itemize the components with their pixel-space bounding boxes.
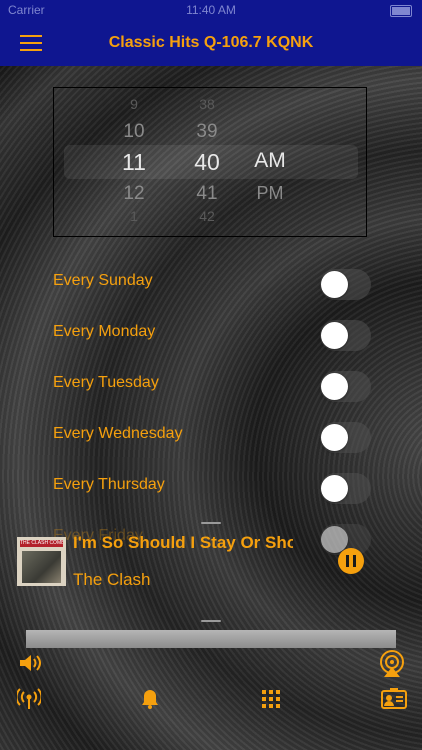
day-label: Every Wednesday (53, 425, 183, 442)
album-art: THE CLASH COMBAT ROCK (17, 537, 66, 586)
page-title: Classic Hits Q-106.7 KQNK (108, 34, 314, 51)
sunday-toggle[interactable] (320, 269, 371, 300)
monday-toggle[interactable] (320, 320, 371, 351)
hour-selected[interactable]: 11 (104, 149, 164, 176)
airplay-icon[interactable] (378, 650, 406, 678)
day-label: Every Thursday (53, 476, 165, 493)
nav-bar: Classic Hits Q-106.7 KQNK (0, 22, 422, 66)
wednesday-toggle[interactable] (320, 422, 371, 453)
minute-option[interactable]: 39 (177, 121, 237, 143)
day-row-tuesday: Every Tuesday (0, 361, 422, 412)
hour-option[interactable]: 12 (104, 183, 164, 205)
minute-option[interactable]: 38 (177, 96, 237, 112)
tuesday-toggle[interactable] (320, 371, 371, 402)
grid-keypad-icon[interactable] (262, 690, 280, 708)
day-label: Every Sunday (53, 272, 153, 289)
minute-option[interactable]: 42 (177, 208, 237, 224)
radio-broadcast-icon[interactable] (15, 688, 43, 710)
toggle-knob (321, 373, 348, 400)
time-picker[interactable]: 9 10 11 12 1 38 39 40 41 42 AM PM (53, 87, 367, 237)
volume-drag-handle[interactable] (201, 620, 221, 622)
day-row-thursday: Every Thursday (0, 463, 422, 514)
day-row-wednesday: Every Wednesday (0, 412, 422, 463)
pause-button[interactable] (338, 548, 364, 574)
day-label: Every Monday (53, 323, 156, 340)
hour-option[interactable]: 10 (104, 121, 164, 143)
status-bar: Carrier 11:40 AM (0, 0, 422, 22)
period-option[interactable]: PM (240, 183, 300, 204)
album-art-title: THE CLASH COMBAT ROCK (20, 540, 63, 546)
status-time: 11:40 AM (186, 3, 236, 17)
battery-icon (390, 5, 412, 17)
volume-slider[interactable] (26, 630, 396, 648)
toggle-knob (321, 322, 348, 349)
day-label: Every Tuesday (53, 374, 159, 391)
minute-selected[interactable]: 40 (177, 149, 237, 176)
thursday-toggle[interactable] (320, 473, 371, 504)
toggle-knob (321, 475, 348, 502)
hour-option[interactable]: 1 (104, 208, 164, 224)
toggle-knob (321, 424, 348, 451)
contact-card-icon[interactable] (381, 688, 407, 710)
minute-option[interactable]: 41 (177, 183, 237, 205)
alarm-bell-icon[interactable] (140, 688, 160, 710)
day-row-sunday: Every Sunday (0, 259, 422, 310)
day-row-monday: Every Monday (0, 310, 422, 361)
album-art-banner: THE CLASH COMBAT ROCK (20, 540, 63, 547)
volume-icon[interactable] (18, 651, 44, 675)
period-selected[interactable]: AM (240, 149, 300, 173)
track-title: I'm So Should I Stay Or Should I Go (73, 533, 293, 552)
toggle-knob (321, 271, 348, 298)
hour-option[interactable]: 9 (104, 96, 164, 112)
album-art-photo (22, 551, 61, 583)
artist-name: The Clash (73, 570, 151, 589)
now-playing-panel: THE CLASH COMBAT ROCK I'm So Should I St… (0, 520, 422, 628)
